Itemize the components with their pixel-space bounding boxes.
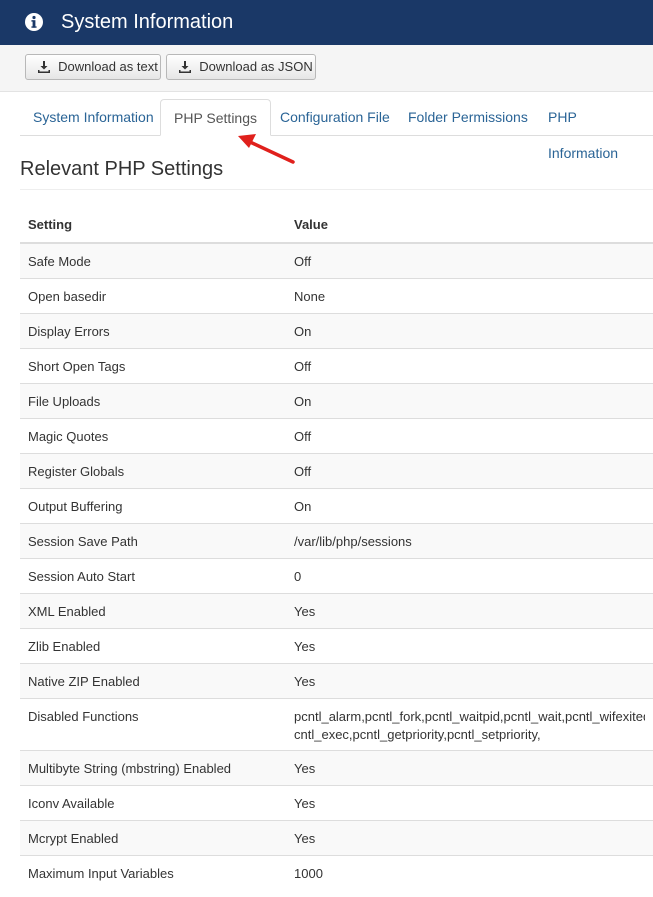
setting-name: Disabled Functions <box>20 698 286 751</box>
setting-value: Off <box>286 348 653 384</box>
table-row: Iconv Available Yes <box>20 785 653 821</box>
table-row: Zlib Enabled Yes <box>20 628 653 664</box>
setting-name: Short Open Tags <box>20 348 286 384</box>
setting-name: Native ZIP Enabled <box>20 663 286 699</box>
setting-value: Off <box>286 418 653 454</box>
table-row: Mcrypt Enabled Yes <box>20 820 653 856</box>
setting-name: Magic Quotes <box>20 418 286 454</box>
tab-system-information[interactable]: System Information <box>20 99 167 135</box>
setting-value: Yes <box>286 750 653 786</box>
table-row: Session Auto Start 0 <box>20 558 653 594</box>
setting-name: Maximum Input Variables <box>20 855 286 890</box>
setting-name: Iconv Available <box>20 785 286 821</box>
setting-value: Off <box>286 242 653 279</box>
setting-name: Mcrypt Enabled <box>20 820 286 856</box>
page-header: System Information <box>0 0 653 45</box>
setting-value: On <box>286 313 653 349</box>
setting-name: Register Globals <box>20 453 286 489</box>
red-arrow-annotation <box>238 134 295 164</box>
info-icon <box>25 13 43 31</box>
table-row: Safe Mode Off <box>20 242 653 279</box>
setting-value: 1000 <box>286 855 653 890</box>
tab-folder-permissions[interactable]: Folder Permissions <box>395 99 541 135</box>
download-icon <box>38 61 50 73</box>
setting-value: Off <box>286 453 653 489</box>
setting-name: Output Buffering <box>20 488 286 524</box>
setting-value: Yes <box>286 628 653 664</box>
column-header-setting: Setting <box>20 207 286 244</box>
table-row: Output Buffering On <box>20 488 653 524</box>
toolbar: Download as text Download as JSON <box>0 45 653 92</box>
table-row: Multibyte String (mbstring) Enabled Yes <box>20 750 653 786</box>
setting-value: On <box>286 383 653 419</box>
php-settings-table: Setting Value Safe Mode Off Open basedir N… <box>20 207 653 890</box>
table-row: Disabled Functions pcntl_alarm,pcntl_for… <box>20 698 653 751</box>
tab-bar: System Information PHP Settings Configur… <box>20 99 653 161</box>
page-title: System Information <box>61 11 234 33</box>
download-text-label: Download as text <box>58 59 158 74</box>
setting-name: Zlib Enabled <box>20 628 286 664</box>
download-json-button[interactable]: Download as JSON <box>166 54 316 80</box>
download-icon <box>179 61 191 73</box>
setting-name: Display Errors <box>20 313 286 349</box>
table-row: Open basedir None <box>20 278 653 314</box>
setting-name: Session Auto Start <box>20 558 286 594</box>
table-row: File Uploads On <box>20 383 653 419</box>
setting-value: Yes <box>286 785 653 821</box>
setting-name: Safe Mode <box>20 242 286 279</box>
setting-value: On <box>286 488 653 524</box>
setting-name: Session Save Path <box>20 523 286 559</box>
table-row: Session Save Path/var/lib/php/sessions <box>20 523 653 559</box>
download-json-label: Download as JSON <box>199 59 313 74</box>
setting-value: 0 <box>286 558 653 594</box>
disabled-functions-line-2: cntl_exec,pcntl_getpriority,pcntl_setpri… <box>294 727 541 742</box>
table-row: Magic Quotes Off <box>20 418 653 454</box>
setting-value: Yes <box>286 820 653 856</box>
table-row: XML Enabled Yes <box>20 593 653 629</box>
table-row: Short Open Tags Off <box>20 348 653 384</box>
download-text-button[interactable]: Download as text <box>25 54 161 80</box>
setting-value: /var/lib/php/sessions <box>286 523 653 559</box>
section-divider <box>20 189 653 190</box>
disabled-functions-line-1: pcntl_alarm,pcntl_fork,pcntl_waitpid,pcn… <box>294 709 645 724</box>
table-header-row: Setting Value <box>20 207 653 244</box>
table-row: Native ZIP Enabled Yes <box>20 663 653 699</box>
table-row: Maximum Input Variables 1000 <box>20 855 653 890</box>
section-title: Relevant PHP Settings <box>20 158 224 180</box>
setting-name: Multibyte String (mbstring) Enabled <box>20 750 286 786</box>
column-header-value: Value <box>286 207 653 244</box>
setting-value: None <box>286 278 653 314</box>
table-row: Display Errors On <box>20 313 653 349</box>
setting-value: Yes <box>286 663 653 699</box>
setting-value: Yes <box>286 593 653 629</box>
setting-name: File Uploads <box>20 383 286 419</box>
tab-php-information[interactable]: PHP Information <box>535 99 653 161</box>
setting-name: XML Enabled <box>20 593 286 629</box>
setting-value: pcntl_alarm,pcntl_fork,pcntl_waitpid,pcn… <box>286 698 653 751</box>
setting-name: Open basedir <box>20 278 286 314</box>
table-row: Register Globals Off <box>20 453 653 489</box>
